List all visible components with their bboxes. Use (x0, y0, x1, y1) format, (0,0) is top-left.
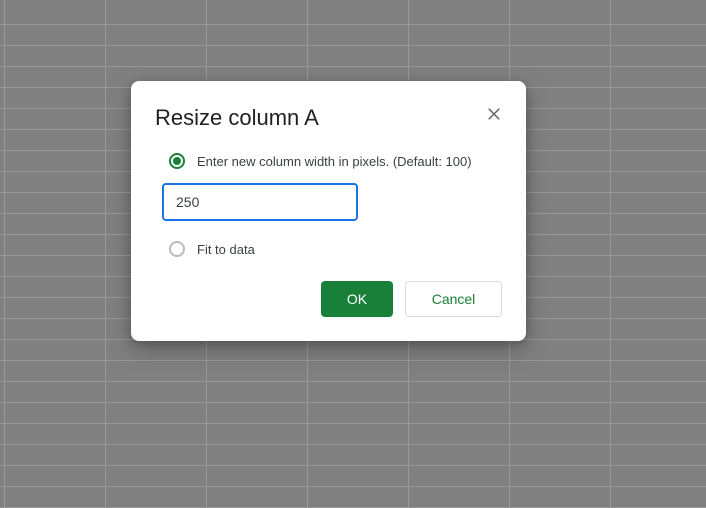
resize-column-dialog: Resize column A Enter new column width i… (131, 81, 526, 341)
radio-option-enter-width[interactable]: Enter new column width in pixels. (Defau… (169, 153, 502, 169)
cancel-button[interactable]: Cancel (405, 281, 502, 317)
column-width-input[interactable] (162, 183, 358, 221)
close-icon (485, 105, 503, 126)
ok-button[interactable]: OK (321, 281, 393, 317)
radio-selected-icon (169, 153, 185, 169)
radio-label-fit-to-data: Fit to data (197, 242, 255, 257)
dialog-title: Resize column A (155, 105, 319, 131)
radio-label-enter-width: Enter new column width in pixels. (Defau… (197, 154, 472, 169)
close-button[interactable] (482, 103, 506, 127)
radio-unselected-icon (169, 241, 185, 257)
radio-option-fit-to-data[interactable]: Fit to data (169, 241, 502, 257)
